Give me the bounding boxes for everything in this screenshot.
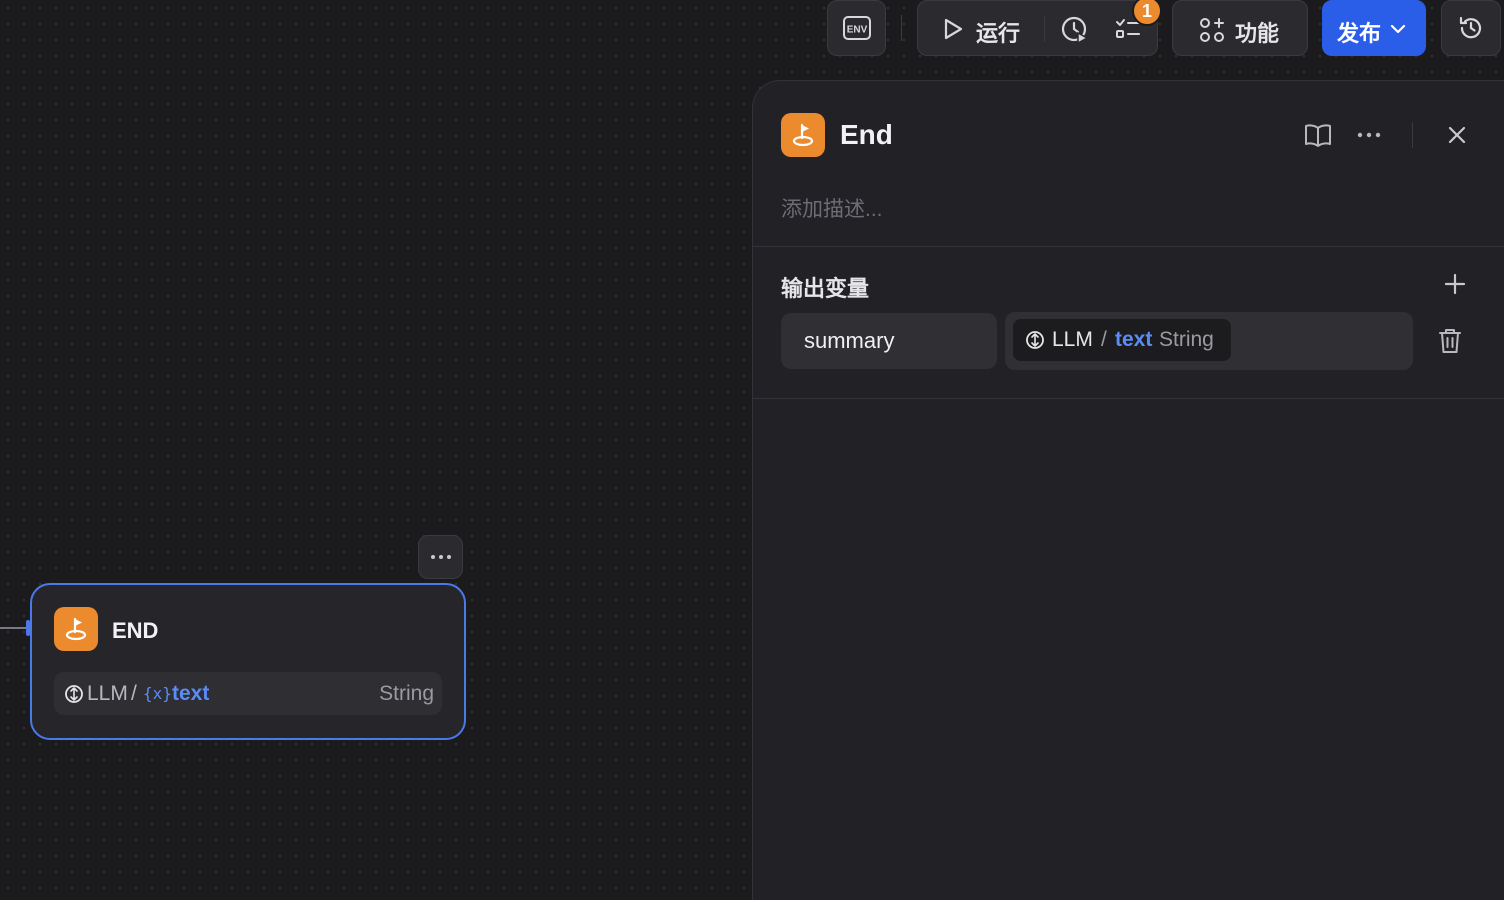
chevron-down-icon [1389,21,1407,37]
env-icon: ENV [842,15,872,41]
description-input[interactable]: 添加描述... [781,193,883,223]
end-node[interactable]: END LLM / {x} text String [30,583,466,740]
llm-node-icon [1025,330,1045,350]
run-history-icon[interactable] [1060,15,1090,45]
features-label: 功能 [1235,21,1280,46]
output-variables-title: 输出变量 [781,276,870,301]
node-var-type: String [379,682,434,705]
end-node-icon [781,113,825,157]
node-config-panel: End 添加描述... 输出变量 summary LLM / text Stri… [752,80,1504,900]
publish-label: 发布 [1337,21,1382,46]
run-button[interactable]: 运行 [918,1,1042,57]
section-divider-top [753,246,1504,247]
node-output-variable: LLM / {x} text String [54,672,442,715]
ref-separator: / [1101,328,1107,351]
publish-button[interactable]: 发布 [1322,0,1426,56]
history-icon [1457,14,1485,42]
section-divider-bottom [753,398,1504,399]
ref-source-node: LLM [1052,328,1093,351]
node-var-separator: / [131,682,137,705]
output-name-value: summary [804,328,895,353]
variable-reference-tag[interactable]: LLM / text String [1013,319,1231,361]
play-icon [942,17,964,41]
add-output-icon[interactable] [1443,272,1467,296]
run-divider [1044,16,1045,42]
output-name-field[interactable]: summary [781,313,997,369]
node-title: END [112,618,159,643]
node-more-button[interactable] [418,535,463,579]
close-icon[interactable] [1445,123,1469,147]
variable-icon: {x} [143,684,172,703]
more-options-icon[interactable] [1355,123,1383,147]
more-options-icon [428,552,454,562]
node-var-name: text [172,682,210,705]
env-button[interactable]: ENV [827,0,886,56]
output-value-selector[interactable]: LLM / text String [1005,312,1413,370]
llm-node-icon [64,684,84,704]
docs-book-icon[interactable] [1303,121,1333,149]
toolbar-divider [901,15,902,41]
trash-icon[interactable] [1437,327,1463,355]
features-button[interactable]: 功能 [1172,0,1308,56]
header-divider [1412,122,1413,148]
ref-variable-name: text [1115,328,1153,351]
run-group: 运行 [917,0,1158,56]
features-icon [1199,17,1225,43]
end-node-icon [54,607,98,651]
run-label: 运行 [976,21,1021,46]
panel-title[interactable]: End [840,119,893,151]
version-history-button[interactable] [1441,0,1501,56]
svg-text:ENV: ENV [846,25,867,36]
node-var-source: LLM [87,682,128,705]
ref-variable-type: String [1159,328,1214,351]
